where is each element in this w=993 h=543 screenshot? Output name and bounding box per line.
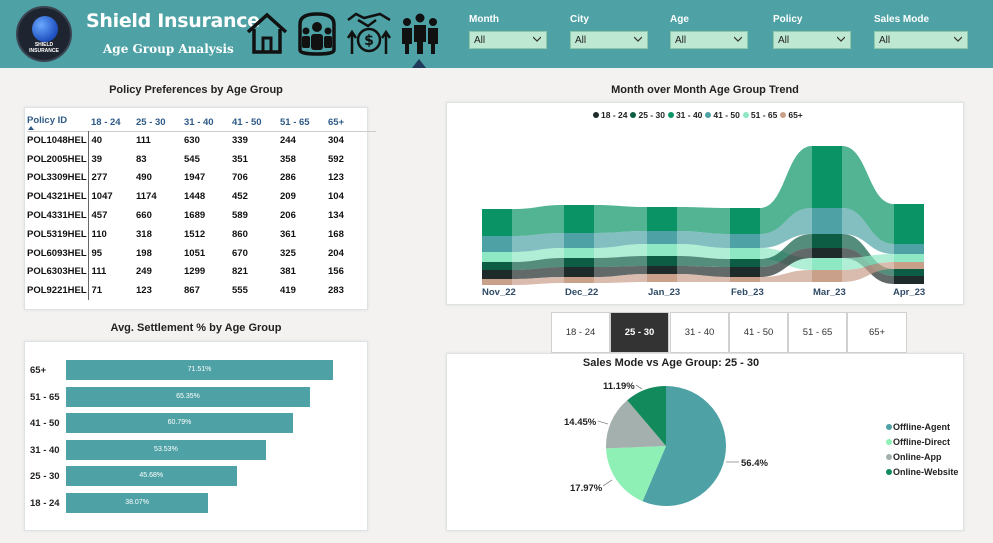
pie-leader-lines [597, 384, 739, 487]
leader-line [602, 479, 613, 487]
leader-line [597, 420, 609, 425]
leader-line [635, 384, 643, 390]
